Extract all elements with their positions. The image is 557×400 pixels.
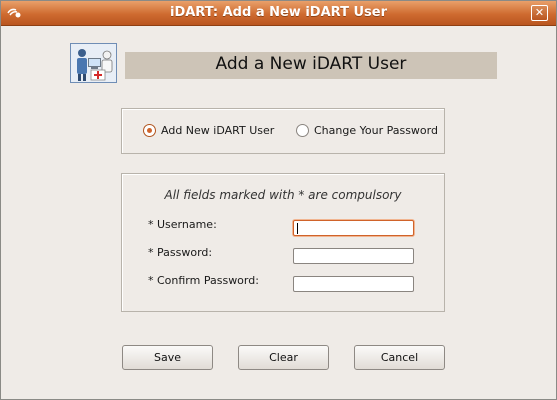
user-fields-panel: All fields marked with * are compulsory …	[121, 173, 445, 312]
close-icon: ✕	[534, 6, 545, 19]
radio-add-user-label[interactable]: Add New iDART User	[161, 124, 274, 137]
radio-change-password-indicator[interactable]	[296, 124, 309, 137]
confirm-password-label: * Confirm Password:	[148, 274, 259, 287]
password-label: * Password:	[148, 246, 213, 259]
clear-button[interactable]: Clear	[238, 345, 329, 370]
page-title: Add a New iDART User	[215, 54, 407, 74]
text-caret	[297, 223, 298, 234]
cancel-button[interactable]: Cancel	[354, 345, 445, 370]
username-label: * Username:	[148, 218, 217, 231]
mode-selector-panel: Add New iDART User Change Your Password	[121, 108, 445, 154]
radio-change-password[interactable]: Change Your Password	[296, 124, 438, 137]
confirm-password-field[interactable]	[293, 276, 414, 292]
save-button[interactable]: Save	[122, 345, 213, 370]
title-bar[interactable]: iDART: Add a New iDART User ✕	[1, 1, 556, 26]
username-field[interactable]	[293, 220, 414, 236]
users-admin-icon	[70, 43, 117, 83]
radio-change-password-label[interactable]: Change Your Password	[314, 124, 438, 137]
close-button[interactable]: ✕	[531, 5, 548, 21]
window-title: iDART: Add a New iDART User	[170, 5, 387, 20]
radio-add-user[interactable]: Add New iDART User	[143, 124, 274, 137]
dialog-window: iDART: Add a New iDART User ✕ Add a New …	[0, 0, 557, 400]
compulsory-note: All fields marked with * are compulsory	[164, 188, 402, 202]
header-banner: Add a New iDART User	[125, 52, 497, 79]
radio-add-user-indicator[interactable]	[143, 124, 156, 137]
password-field[interactable]	[293, 248, 414, 264]
